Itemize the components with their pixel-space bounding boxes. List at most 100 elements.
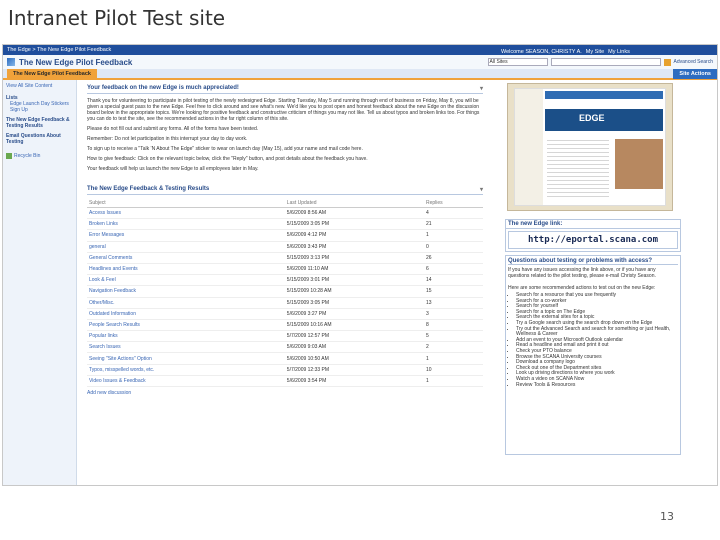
advanced-search-link[interactable]: Advanced Search — [674, 59, 713, 65]
topic-subject[interactable]: Access Issues — [87, 207, 285, 220]
topic-last-updated: 5/6/2009 3:27 PM — [284, 308, 424, 320]
topic-last-updated: 5/6/2009 9:03 AM — [284, 341, 424, 354]
topic-last-updated: 5/15/2009 3:05 PM — [284, 218, 424, 231]
intranet-screenshot: The Edge > The New Edge Pilot Feedback W… — [2, 44, 718, 486]
table-row[interactable]: Video Issues & Feedback 5/6/2009 3:54 PM 1 — [87, 375, 483, 388]
my-site-link[interactable]: My Site — [586, 49, 604, 55]
add-discussion-link[interactable]: Add new discussion — [87, 390, 483, 396]
topic-subject[interactable]: Popular links — [87, 330, 285, 343]
table-row[interactable]: Access Issues 5/6/2009 8:56 AM 4 — [87, 207, 483, 220]
main-content: Your feedback on the new Edge is much ap… — [77, 80, 493, 485]
topic-replies: 5 — [423, 330, 483, 343]
my-links-menu[interactable]: My Links — [608, 49, 630, 55]
search-input[interactable] — [550, 58, 661, 66]
topic-last-updated: 5/15/2009 3:01 PM — [284, 274, 424, 287]
topic-replies: 1 — [423, 352, 483, 365]
table-row[interactable]: Typos, misspelled words, etc. 5/7/2009 12… — [87, 364, 483, 376]
webpart-menu-icon[interactable]: ▾ — [480, 85, 483, 92]
preview-text — [547, 137, 609, 197]
table-row[interactable]: Error Messages 5/6/2009 4:12 PM 1 — [87, 229, 483, 242]
topic-subject[interactable]: Other/Misc. — [87, 297, 285, 309]
site-logo-icon — [7, 58, 15, 66]
actions-intro: Here are some recommended actions to tes… — [508, 285, 656, 291]
edge-link-title: The new Edge link: — [506, 220, 680, 229]
preview-banner: EDGE — [545, 109, 663, 131]
search-go-icon[interactable] — [663, 58, 671, 66]
site-actions-button[interactable]: Site Actions — [673, 68, 717, 79]
closing-note: Your feedback will help us launch the ne… — [87, 166, 259, 172]
site-title[interactable]: The New Edge Pilot Feedback — [19, 58, 132, 67]
edge-url-link[interactable]: http://eportal.scana.com — [508, 231, 678, 249]
webpart-discussion-title[interactable]: The New Edge Feedback & Testing Results — [87, 186, 209, 193]
topic-last-updated: 5/6/2009 3:43 PM — [284, 241, 424, 253]
table-row[interactable]: Headlines and Events 5/6/2009 11:10 AM 6 — [87, 263, 483, 276]
topic-replies: 2 — [423, 341, 483, 354]
topic-subject[interactable]: Search Issues — [87, 341, 285, 354]
preview-photo — [615, 139, 663, 189]
topic-subject[interactable]: Look & Feel — [87, 274, 285, 287]
topic-subject[interactable]: Headlines and Events — [87, 263, 285, 276]
table-row[interactable]: General Comments 5/15/2009 3:13 PM 26 — [87, 252, 483, 264]
topic-replies: 6 — [423, 263, 483, 276]
topic-subject[interactable]: Navigation Feedback — [87, 285, 285, 298]
column-header-updated[interactable]: Last Updated — [284, 199, 424, 208]
column-header-replies[interactable]: Replies — [423, 199, 483, 208]
topic-subject[interactable]: Error Messages — [87, 229, 285, 242]
table-row[interactable]: Search Issues 5/6/2009 9:03 AM 2 — [87, 341, 483, 354]
topic-subject[interactable]: Video Issues & Feedback — [87, 375, 285, 388]
tab-pilot-feedback[interactable]: The New Edge Pilot Feedback — [7, 68, 97, 79]
preview-page: EDGE — [514, 88, 666, 206]
topic-last-updated: 5/6/2009 10:50 AM — [284, 352, 424, 365]
webpart-menu-icon[interactable]: ▾ — [480, 186, 483, 193]
topic-last-updated: 5/6/2009 11:10 AM — [284, 263, 424, 276]
breadcrumb[interactable]: The Edge > The New Edge Pilot Feedback — [7, 47, 111, 53]
topic-last-updated: 5/15/2009 10:16 AM — [284, 319, 424, 332]
topic-replies: 1 — [423, 375, 483, 388]
search-area: All Sites Advanced Search — [487, 58, 713, 66]
table-row[interactable]: Outdated Information 5/6/2009 3:27 PM 3 — [87, 308, 483, 320]
topic-last-updated: 5/15/2009 3:05 PM — [284, 297, 424, 309]
column-header-subject[interactable]: Subject — [87, 199, 285, 208]
discussion-table: Subject Last Updated Replies Access Issu… — [87, 199, 483, 388]
welcome-menu[interactable]: Welcome SEASON, CHRISTY A. — [501, 49, 582, 55]
webpart-intro-header: Your feedback on the new Edge is much ap… — [87, 85, 483, 94]
edge-link-webpart: The new Edge link: http://eportal.scana.… — [505, 219, 681, 252]
topic-subject[interactable]: Broken Links — [87, 218, 285, 231]
view-all-content-link[interactable]: View All Site Content — [6, 83, 73, 89]
topic-subject[interactable]: general — [87, 241, 285, 253]
table-row[interactable]: Seeing "Site Actions" Option 5/6/2009 10:… — [87, 352, 483, 365]
topic-replies: 3 — [423, 308, 483, 320]
preview-header — [545, 91, 663, 99]
preview-nav — [515, 89, 543, 205]
how-to-feedback: How to give feedback: Click on the relev… — [87, 156, 368, 162]
topic-last-updated: 5/7/2009 12:33 PM — [284, 364, 424, 376]
topic-replies: 10 — [423, 364, 483, 376]
nav-link-email-questions[interactable]: Email Questions About Testing — [6, 133, 73, 145]
search-scope-select[interactable]: All Sites — [487, 58, 548, 66]
topic-replies: 21 — [423, 218, 483, 231]
testing-help-title: Questions about testing or problems with… — [508, 258, 678, 265]
table-row[interactable]: Popular links 5/7/2009 12:57 PM 5 — [87, 330, 483, 343]
topic-subject[interactable]: Outdated Information — [87, 308, 285, 320]
table-row[interactable]: Look & Feel 5/15/2009 3:01 PM 14 — [87, 274, 483, 287]
reminder-note: Remember: Do not let participation in th… — [87, 136, 248, 142]
quick-launch: View All Site Content Lists Edge Launch … — [3, 80, 77, 485]
topic-subject[interactable]: Seeing "Site Actions" Option — [87, 352, 285, 365]
nav-link-feedback-results[interactable]: The New Edge Feedback & Testing Results — [6, 117, 73, 129]
list-link-stickers[interactable]: Edge Launch Day Stickers Sign Up — [6, 101, 73, 113]
right-column: EDGE The new Edge link: http://eportal.s… — [493, 80, 717, 485]
table-row[interactable]: People Search Results 5/15/2009 10:16 AM 8 — [87, 319, 483, 332]
topic-subject[interactable]: People Search Results — [87, 319, 285, 332]
topic-replies: 4 — [423, 207, 483, 220]
topic-subject[interactable]: General Comments — [87, 252, 285, 264]
topic-last-updated: 5/6/2009 8:56 AM — [284, 207, 424, 220]
table-row[interactable]: Navigation Feedback 5/15/2009 10:28 AM 15 — [87, 285, 483, 298]
topic-last-updated: 5/6/2009 4:12 PM — [284, 229, 424, 242]
table-row[interactable]: Broken Links 5/15/2009 3:05 PM 21 — [87, 218, 483, 231]
table-row[interactable]: Other/Misc. 5/15/2009 3:05 PM 13 — [87, 297, 483, 309]
topic-replies: 0 — [423, 241, 483, 253]
recycle-bin-link[interactable]: Recycle Bin — [6, 153, 73, 159]
topic-subject[interactable]: Typos, misspelled words, etc. — [87, 364, 285, 376]
table-row[interactable]: general 5/6/2009 3:43 PM 0 — [87, 241, 483, 253]
topic-replies: 14 — [423, 274, 483, 287]
